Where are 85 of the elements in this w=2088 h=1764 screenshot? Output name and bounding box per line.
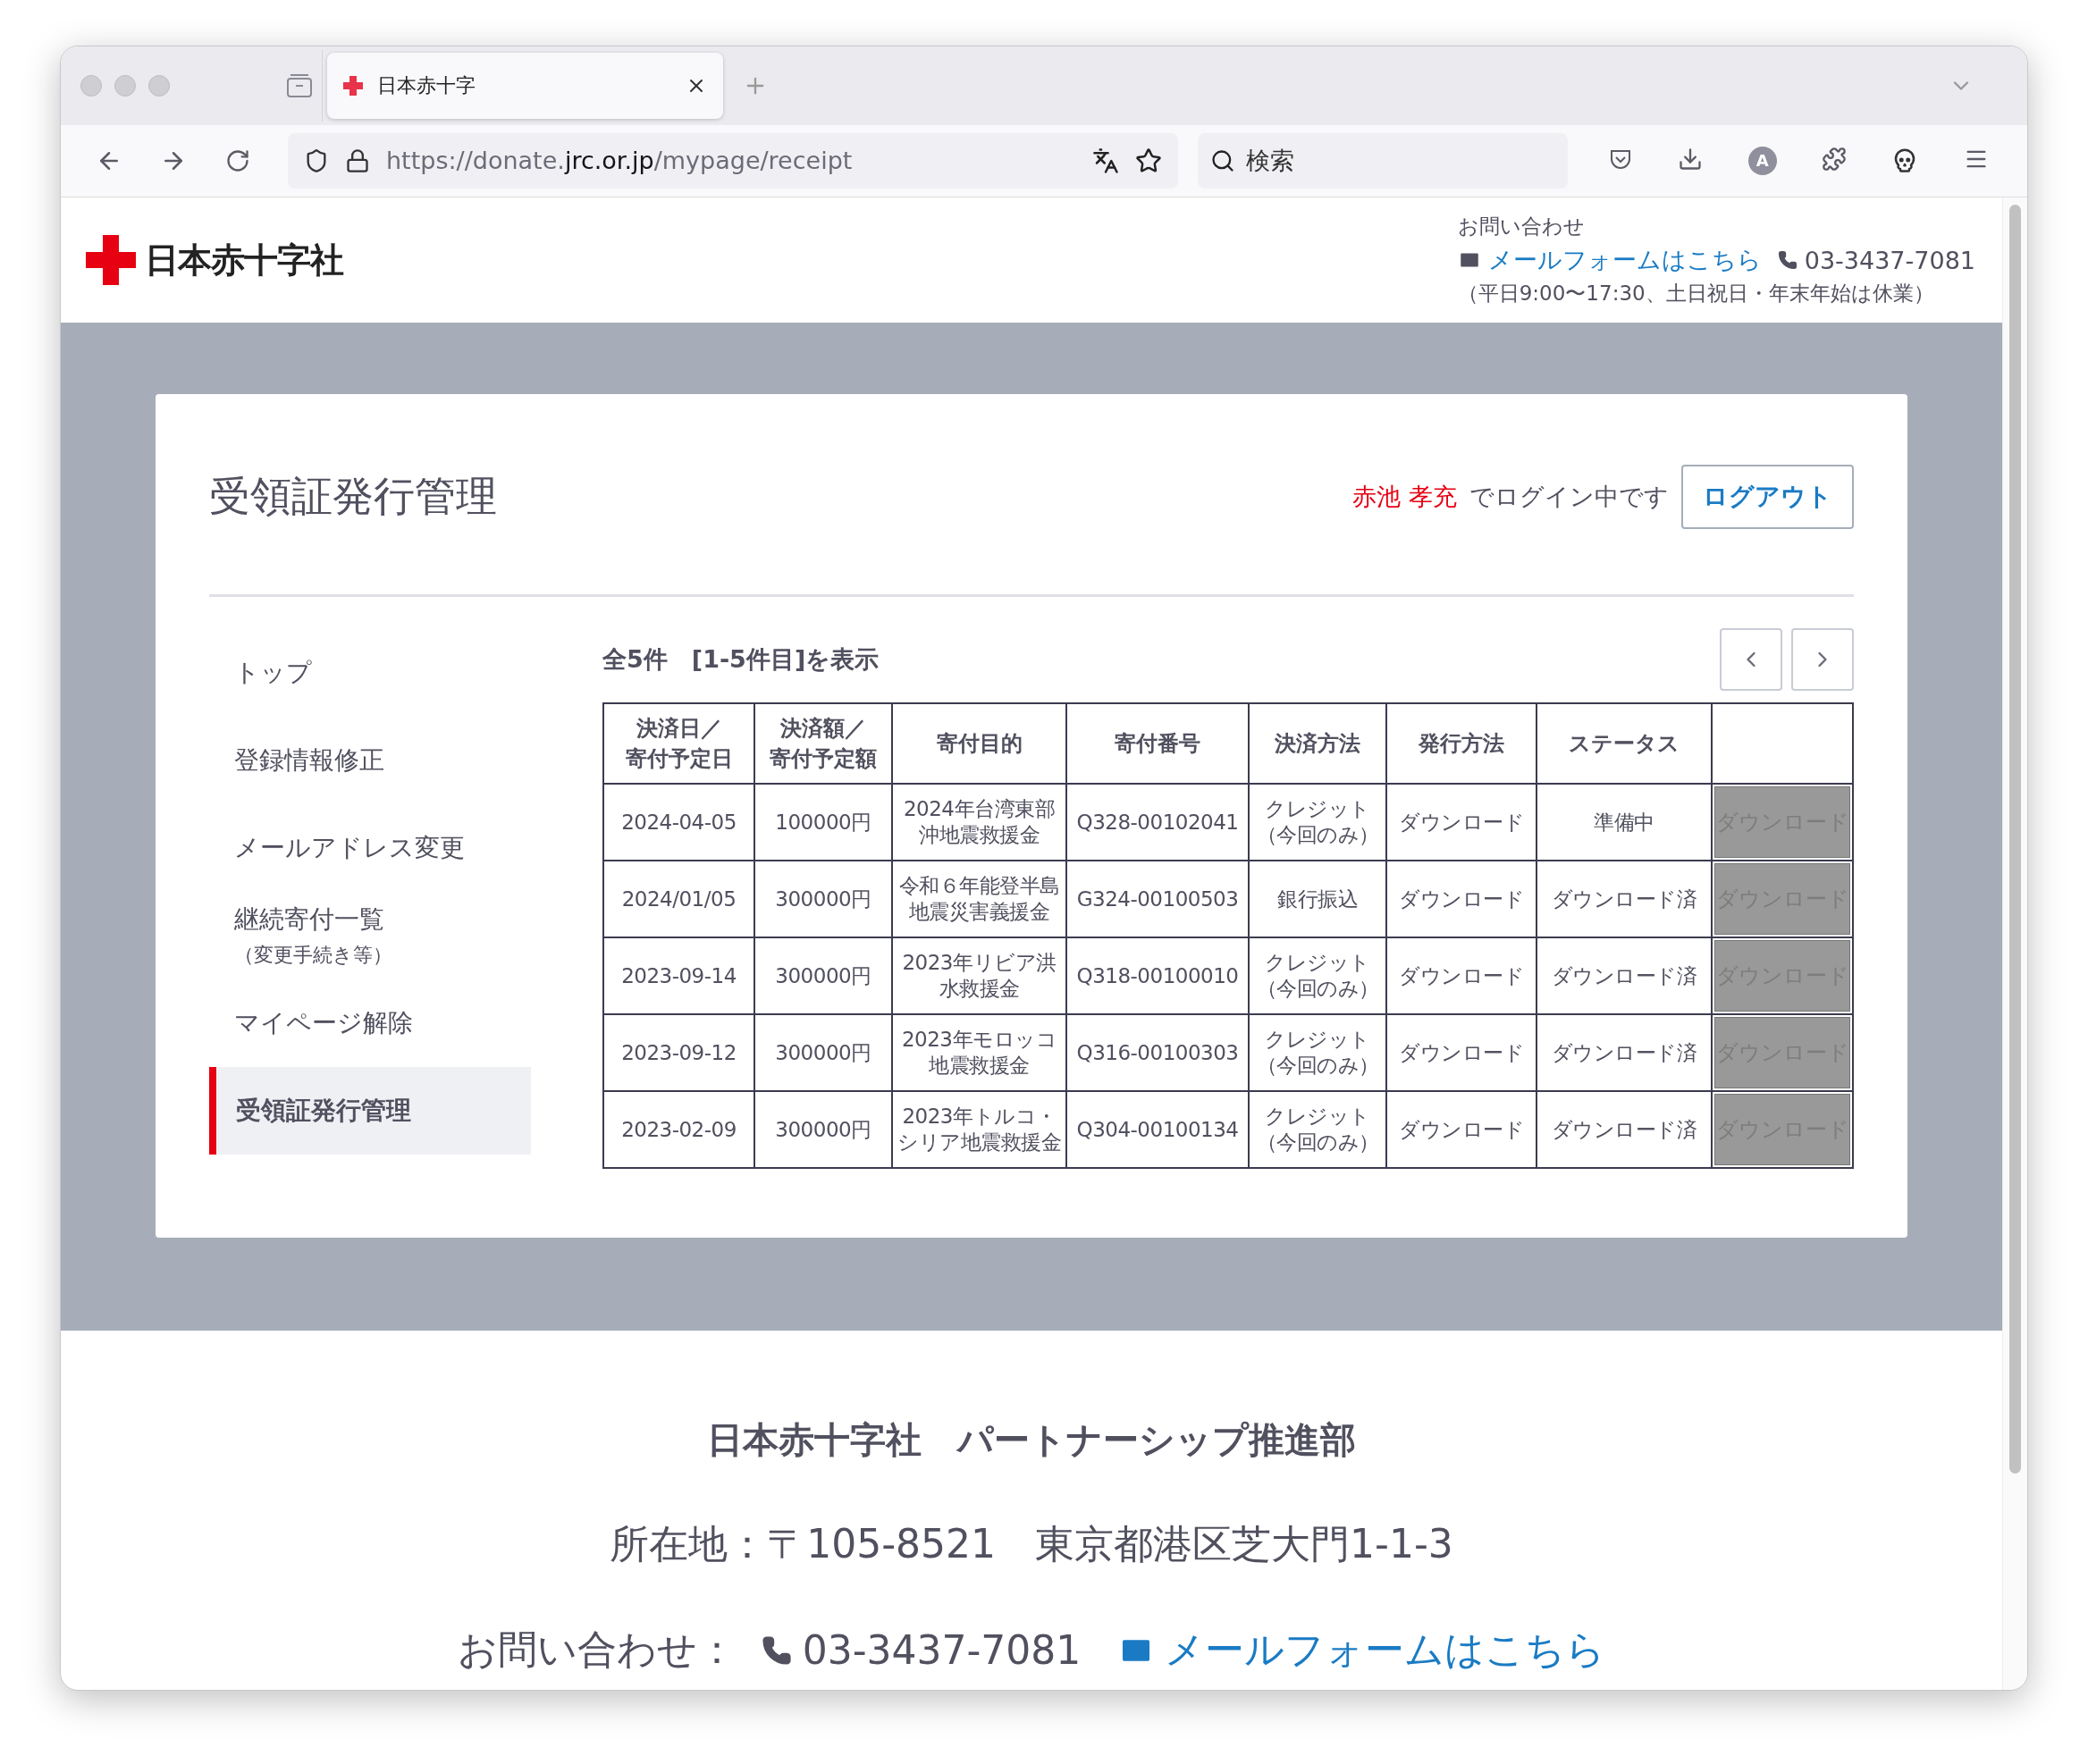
table-cell: 300000円 xyxy=(754,937,892,1014)
column-header: 寄付目的 xyxy=(892,703,1066,784)
search-field[interactable]: 検索 xyxy=(1198,132,1568,189)
footer-organization: 日本赤十字社 パートナーシップ推進部 xyxy=(707,1418,1356,1462)
tab-overview-icon[interactable] xyxy=(286,72,313,98)
sidebar-item[interactable]: メールアドレス変更 xyxy=(209,804,531,892)
browser-tab[interactable]: 日本赤十字 xyxy=(327,52,723,119)
business-hours: （平日9:00〜17:30、土日祝日・年末年始は休業） xyxy=(1457,281,1935,307)
user-name: 赤池 孝充 xyxy=(1352,482,1457,512)
table-cell: 準備中 xyxy=(1537,784,1712,861)
cross-logo xyxy=(86,235,136,285)
window-minimize-dot[interactable] xyxy=(114,74,136,97)
search-icon xyxy=(1210,147,1235,173)
column-header: 決済額／ 寄付予定額 xyxy=(754,703,892,784)
footer-mail-link[interactable]: メールフォームはこちら xyxy=(1165,1624,1606,1676)
table-cell: 2023-09-12 xyxy=(603,1014,754,1091)
logo-text: 日本赤十字社 xyxy=(145,239,343,281)
table-cell: ダウンロード済 xyxy=(1537,1091,1712,1168)
footer-phone: 03-3437-7081 xyxy=(802,1627,1082,1673)
tab-title: 日本赤十字 xyxy=(377,72,476,98)
table-cell: ダウンロード xyxy=(1386,1014,1537,1091)
table-cell: ダウンロード xyxy=(1386,861,1537,937)
table-cell: ダウンロード済 xyxy=(1537,1014,1712,1091)
window-zoom-dot[interactable] xyxy=(148,74,170,97)
table-cell: 100000円 xyxy=(754,784,892,861)
table-cell: Q316-00100303 xyxy=(1066,1014,1249,1091)
table-cell: 2023-09-14 xyxy=(603,937,754,1014)
table-cell: ダウンロード xyxy=(1386,784,1537,861)
table-cell: 300000円 xyxy=(754,861,892,937)
translate-icon[interactable] xyxy=(1092,147,1119,174)
contact-label: お問い合わせ xyxy=(1457,214,1586,239)
phone-icon xyxy=(761,1634,792,1666)
table-cell: ダウンロード済 xyxy=(1537,861,1712,937)
sidebar-item-label: 継続寄付一覧 xyxy=(234,903,385,936)
sidebar-item[interactable]: 受領証発行管理 xyxy=(209,1067,531,1155)
table-cell: G324-00100503 xyxy=(1066,861,1249,937)
sidebar-item-note: （変更手続き等） xyxy=(234,943,393,968)
table-cell: 2024/01/05 xyxy=(603,861,754,937)
footer-address: 所在地：〒105-8521 東京都港区芝大門1-1-3 xyxy=(610,1520,1453,1568)
logout-button[interactable]: ログアウト xyxy=(1681,465,1854,529)
table-cell: 令和６年能登半島 地震災害義援金 xyxy=(892,861,1066,937)
table-cell: ダウンロード xyxy=(1386,937,1537,1014)
table-cell: 2023年リビア洪 水救援金 xyxy=(892,937,1066,1014)
table-cell: 銀行振込 xyxy=(1249,861,1386,937)
sidebar-item[interactable]: 継続寄付一覧 （変更手続き等） xyxy=(209,892,531,979)
star-icon[interactable] xyxy=(1135,147,1162,174)
window-close-dot[interactable] xyxy=(80,74,102,97)
column-header: 発行方法 xyxy=(1386,703,1537,784)
reload-icon[interactable] xyxy=(225,147,250,173)
result-summary: 全5件 [1-5件目]を表示 xyxy=(602,644,880,675)
table-cell: 2023-02-09 xyxy=(603,1091,754,1168)
column-header: ステータス xyxy=(1537,703,1712,784)
mail-form-link[interactable]: メールフォームはこちら xyxy=(1487,244,1762,276)
table-cell: Q328-00102041 xyxy=(1066,784,1249,861)
extensions-icon[interactable] xyxy=(1822,146,1848,172)
table-cell: 300000円 xyxy=(754,1014,892,1091)
table-cell: クレジット （今回のみ） xyxy=(1249,1014,1386,1091)
footer-contact-label: お問い合わせ： xyxy=(457,1625,737,1674)
table-cell: 2024年台湾東部 沖地震救援金 xyxy=(892,784,1066,861)
phone-number: 03-3437-7081 xyxy=(1804,246,1975,274)
column-header: 決済方法 xyxy=(1249,703,1386,784)
table-cell: クレジット （今回のみ） xyxy=(1249,784,1386,861)
lock-icon xyxy=(345,147,370,173)
table-cell: ダウンロード済 xyxy=(1537,937,1712,1014)
page-title: 受領証発行管理 xyxy=(209,471,497,522)
url-text: https://donate.jrc.or.jp/mypage/receipt xyxy=(386,147,854,175)
table-cell: 2024-04-05 xyxy=(603,784,754,861)
table-cell: クレジット （今回のみ） xyxy=(1249,1091,1386,1168)
table-cell: クレジット （今回のみ） xyxy=(1249,937,1386,1014)
table-cell: 2023年モロッコ 地震救援金 xyxy=(892,1014,1066,1091)
sidebar-item[interactable]: トップ xyxy=(209,629,531,717)
table-cell: ダウンロード xyxy=(1386,1091,1537,1168)
download-icon[interactable] xyxy=(1678,146,1704,172)
column-header: 決済日／ 寄付予定日 xyxy=(603,703,754,784)
cross-favicon xyxy=(343,75,363,96)
table-cell: Q318-00100010 xyxy=(1066,937,1249,1014)
login-status: でログイン中です xyxy=(1469,482,1669,512)
sidebar-item[interactable]: 登録情報修正 xyxy=(209,717,531,804)
address-bar[interactable]: https://donate.jrc.or.jp/mypage/receipt xyxy=(288,132,1178,189)
table-cell: 300000円 xyxy=(754,1091,892,1168)
column-header: 寄付番号 xyxy=(1066,703,1249,784)
table-cell: 2023年トルコ・ シリア地震救援金 xyxy=(892,1091,1066,1168)
sidebar-item[interactable]: マイページ解除 xyxy=(209,979,531,1067)
phone-icon xyxy=(1777,250,1798,270)
table-cell: Q304-00100134 xyxy=(1066,1091,1249,1168)
